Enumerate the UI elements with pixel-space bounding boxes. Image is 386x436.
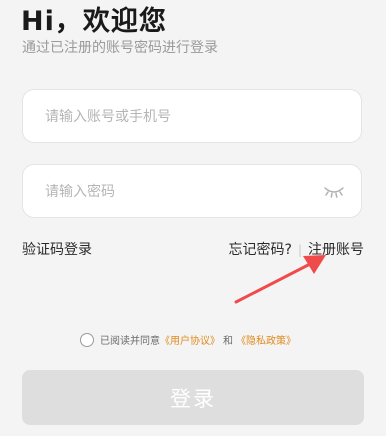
password-input[interactable]: [43, 165, 317, 219]
password-field[interactable]: [22, 164, 362, 219]
register-link[interactable]: 注册账号: [308, 242, 364, 258]
agreement-prefix: 已阅读并同意: [100, 336, 160, 347]
privacy-policy-link[interactable]: 《隐私政策》: [236, 332, 296, 347]
agreement-and: 和: [223, 336, 233, 347]
sms-login-link[interactable]: 验证码登录: [22, 239, 92, 259]
agreement-row: 已阅读并同意 《用户协议》 和 《隐私政策》: [80, 332, 296, 347]
forgot-password-link[interactable]: 忘记密码?: [229, 242, 292, 258]
link-separator: |: [297, 243, 302, 257]
user-agreement-link[interactable]: 《用户协议》: [160, 332, 220, 347]
account-links: 忘记密码? | 注册账号: [229, 239, 364, 259]
login-button[interactable]: 登录: [22, 370, 364, 425]
eye-closed-icon[interactable]: [323, 183, 345, 199]
account-field[interactable]: [22, 89, 362, 144]
page-subtitle: 通过已注册的账号密码进行登录: [22, 40, 218, 56]
agreement-checkbox[interactable]: [80, 332, 94, 347]
page-title: Hi，欢迎您: [21, 6, 167, 37]
account-input[interactable]: [43, 90, 317, 144]
